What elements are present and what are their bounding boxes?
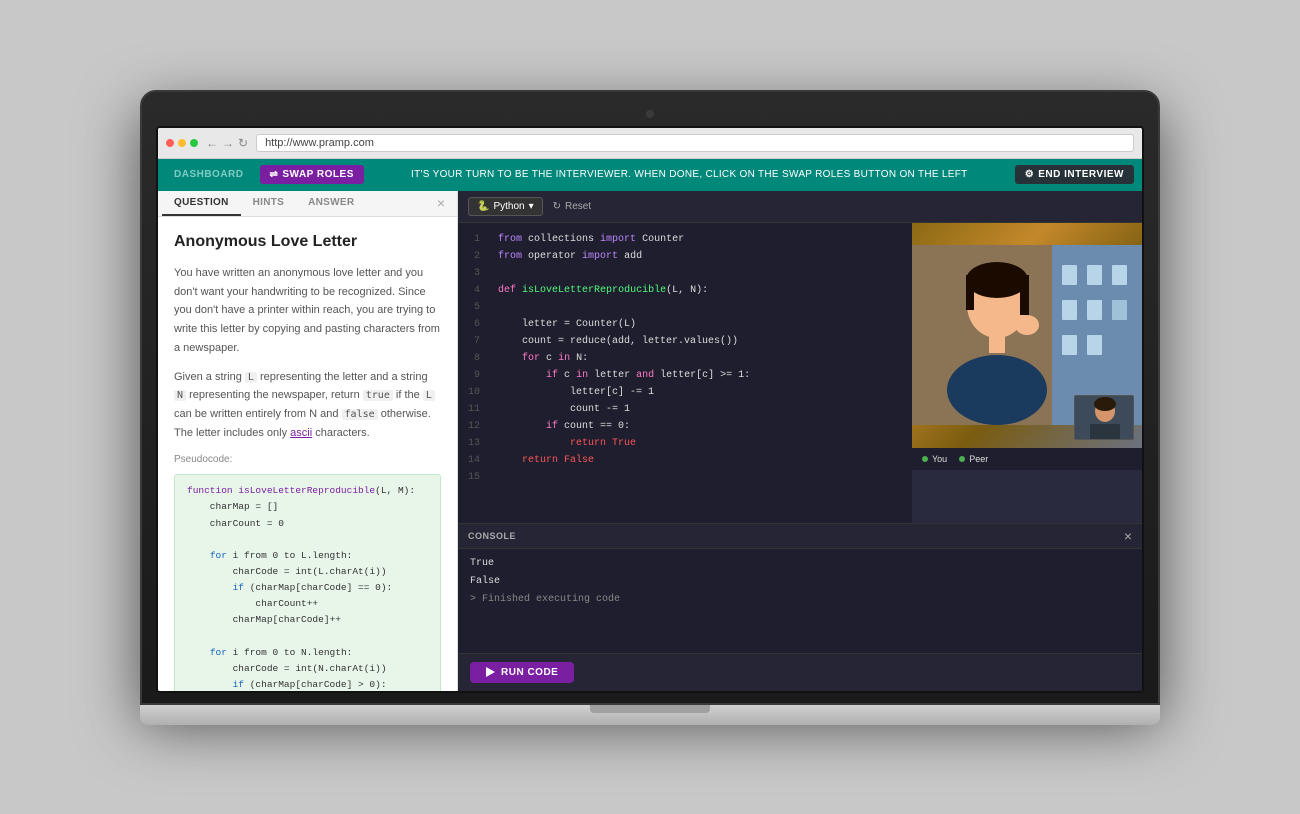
refresh-icon: ↻ [553,201,561,212]
app-container: DASHBOARD ⇌ SWAP ROLES IT'S YOUR TURN TO… [158,159,1142,691]
maximize-traffic-light[interactable] [190,139,198,147]
laptop-wrapper: ← → ↻ http://www.pramp.com DASHBOARD ⇌ S… [100,90,1200,725]
peer-svg [1075,396,1134,440]
address-bar[interactable]: http://www.pramp.com [256,134,1134,152]
code-editor-area[interactable]: 123456789101112131415 from collections i… [458,223,912,523]
peer-text: Peer [969,454,988,464]
question-tabs: QUESTION HINTS ANSWER × [158,191,457,217]
run-code-label: RUN CODE [501,667,558,678]
screen: ← → ↻ http://www.pramp.com DASHBOARD ⇌ S… [156,126,1144,693]
console-line-1: True [470,555,1130,573]
laptop-camera [646,110,654,118]
run-code-button[interactable]: RUN CODE [470,662,574,683]
swap-icon: ⇌ [270,169,279,180]
swap-roles-label: SWAP ROLES [282,169,354,180]
console-header: CONSOLE × [458,524,1142,549]
browser-chrome: ← → ↻ http://www.pramp.com [158,128,1142,159]
question-title: Anonymous Love Letter [174,229,441,255]
code-area: 123456789101112131415 from collections i… [458,223,912,523]
peer-indicator [959,456,965,462]
ascii-link[interactable]: ascii [290,427,312,439]
you-text: You [932,454,947,464]
tab-hints[interactable]: HINTS [241,191,297,216]
editor-toolbar: 🐍 Python ▾ ↻ Reset [458,191,1142,223]
peer-label: Peer [959,454,988,464]
inline-code-N: N [174,390,186,401]
language-label: Python [493,201,524,212]
console-output: True False > Finished executing code [458,549,1142,653]
video-main [912,223,1142,448]
close-traffic-light[interactable] [166,139,174,147]
end-interview-label: END INTERVIEW [1038,169,1124,180]
console-panel: CONSOLE × True False > Finished executin… [458,523,1142,653]
inline-code-false: false [342,409,378,420]
browser-nav: ← → ↻ [206,136,248,150]
console-line-3: > Finished executing code [470,591,1130,609]
minimize-traffic-light[interactable] [178,139,186,147]
you-label: You [922,454,947,464]
pseudocode-label: Pseudocode: [174,452,441,468]
question-panel: QUESTION HINTS ANSWER × Anonymous Love L… [158,191,458,691]
editor-main: 123456789101112131415 from collections i… [458,223,1142,523]
language-selector[interactable]: 🐍 Python ▾ [468,197,543,216]
end-interview-button[interactable]: ⚙ END INTERVIEW [1015,165,1134,184]
forward-icon[interactable]: → [222,136,234,150]
peer-video-thumbnail [1074,395,1134,440]
python-icon: 🐍 [477,201,489,212]
tab-question[interactable]: QUESTION [162,191,241,216]
line-numbers: 123456789101112131415 [458,231,490,515]
gear-icon: ⚙ [1025,169,1034,180]
refresh-icon[interactable]: ↻ [238,136,248,150]
inline-code-L: L [245,372,257,383]
reset-label: Reset [565,201,591,212]
editor-panel: 🐍 Python ▾ ↻ Reset [458,191,1142,691]
video-labels: You Peer [912,448,1142,470]
you-indicator [922,456,928,462]
inline-code-true: true [363,390,393,401]
inline-code-L2: L [423,390,435,401]
run-code-bar: RUN CODE [458,653,1142,691]
question-body-p2: Given a string L representing the letter… [174,368,441,443]
video-panel: You Peer [912,223,1142,523]
swap-roles-button[interactable]: ⇌ SWAP ROLES [260,165,364,184]
traffic-lights [166,139,198,147]
console-close-icon[interactable]: × [1124,528,1132,544]
main-content: QUESTION HINTS ANSWER × Anonymous Love L… [158,191,1142,691]
question-content: Anonymous Love Letter You have written a… [158,217,457,691]
question-body-p1: You have written an anonymous love lette… [174,264,441,357]
chevron-down-icon: ▾ [529,201,534,212]
play-icon [486,667,495,677]
laptop-body: ← → ↻ http://www.pramp.com DASHBOARD ⇌ S… [140,90,1160,705]
top-bar-message: IT'S YOUR TURN TO BE THE INTERVIEWER. WH… [372,169,1007,180]
console-line-2: False [470,573,1130,591]
top-bar: DASHBOARD ⇌ SWAP ROLES IT'S YOUR TURN TO… [158,159,1142,191]
video-feed: You Peer [912,223,1142,523]
console-label: CONSOLE [468,531,516,541]
back-icon[interactable]: ← [206,136,218,150]
tab-answer[interactable]: ANSWER [296,191,366,216]
pseudocode-block: function isLoveLetterReproducible(L, M):… [174,474,441,690]
reset-button[interactable]: ↻ Reset [553,201,592,212]
laptop-hinge [590,705,710,713]
dashboard-button[interactable]: DASHBOARD [166,165,252,184]
laptop-base [140,705,1160,725]
code-content: from collections import Counter from ope… [490,231,912,515]
close-panel-icon[interactable]: × [429,191,453,215]
